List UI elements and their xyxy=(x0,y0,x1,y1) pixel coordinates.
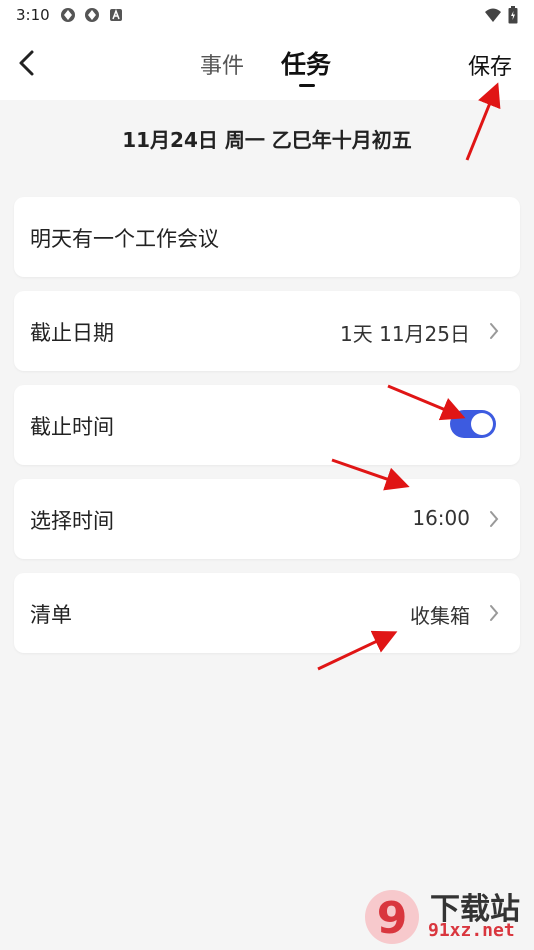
deadline-date-value: 1天 11月25日 xyxy=(340,322,470,346)
back-button[interactable] xyxy=(12,46,42,80)
deadline-date-row[interactable]: 截止日期 1天 11月25日 xyxy=(14,291,520,371)
app-icon xyxy=(85,8,99,22)
tab-event[interactable]: 事件 xyxy=(200,48,244,80)
deadline-time-label: 截止时间 xyxy=(30,415,114,439)
date-line: 11月24日 周一 乙巳年十月初五 xyxy=(122,128,412,152)
deadline-date-label: 截止日期 xyxy=(30,321,114,345)
chevron-right-icon xyxy=(490,511,499,527)
save-button[interactable]: 保存 xyxy=(468,49,512,81)
a-icon xyxy=(110,8,122,21)
task-title-input[interactable]: 明天有一个工作会议 xyxy=(30,223,219,253)
deadline-time-row: 截止时间 xyxy=(14,385,520,465)
battery-icon xyxy=(508,6,518,24)
select-time-value: 16:00 xyxy=(412,506,470,530)
list-row[interactable]: 清单 收集箱 xyxy=(14,573,520,653)
task-title-card[interactable]: 明天有一个工作会议 xyxy=(14,197,520,277)
select-time-label: 选择时间 xyxy=(30,509,114,533)
deadline-time-toggle[interactable] xyxy=(450,410,496,438)
header: 事件 任务 保存 xyxy=(0,30,534,100)
tab-task[interactable]: 任务 xyxy=(281,45,331,81)
list-value: 收集箱 xyxy=(410,604,470,628)
wifi-icon xyxy=(485,8,501,22)
chevron-right-icon xyxy=(490,323,499,339)
watermark: 9 下载站 91xz.net xyxy=(360,880,530,946)
svg-text:9: 9 xyxy=(377,893,408,944)
select-time-row[interactable]: 选择时间 16:00 xyxy=(14,479,520,559)
chevron-right-icon xyxy=(490,605,499,621)
status-bar: 3:10 xyxy=(0,0,534,30)
watermark-logo: 9 xyxy=(365,890,419,944)
list-label: 清单 xyxy=(30,603,72,627)
active-tab-indicator xyxy=(299,84,315,87)
watermark-url: 91xz.net xyxy=(428,920,515,941)
status-time: 3:10 xyxy=(16,6,50,24)
toggle-knob xyxy=(471,413,493,435)
status-right-icons xyxy=(484,6,518,24)
app-icon xyxy=(61,8,75,22)
